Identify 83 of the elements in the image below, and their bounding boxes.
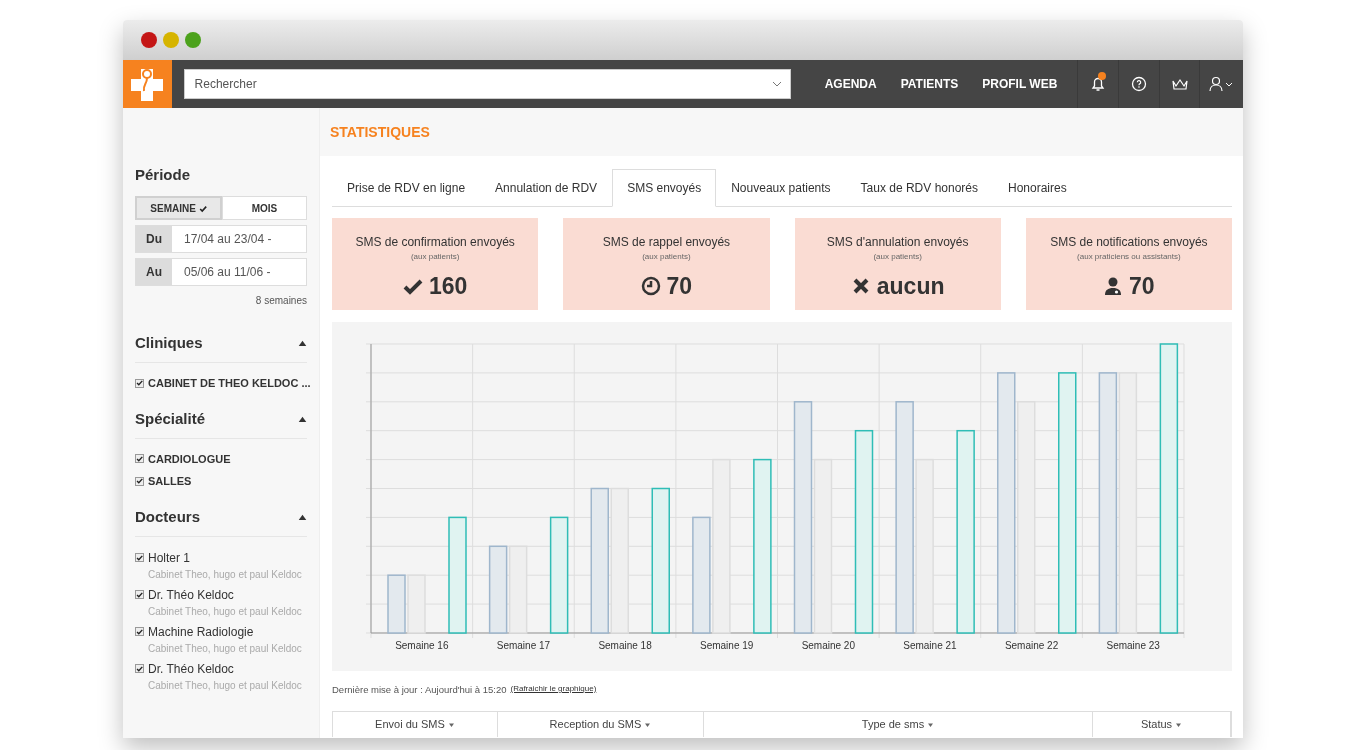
checkbox[interactable] (135, 627, 144, 636)
column-header[interactable]: Type de sms (861, 718, 928, 731)
tab[interactable]: Annulation de RDV (480, 169, 613, 207)
card-subtitle: (aux patients) (409, 251, 461, 263)
stat-value: 70 (1129, 272, 1155, 301)
tab[interactable]: SMS envoyés (612, 169, 717, 207)
week-count: 8 semaines (254, 294, 307, 308)
filter-option-label: Machine Radiologie (148, 623, 254, 641)
card-title: SMS d'annulation envoyés (825, 234, 970, 251)
tab[interactable]: Taux de RDV honorés (845, 169, 993, 207)
chart-bar (387, 574, 406, 634)
card-title: SMS de notifications envoyés (1049, 234, 1209, 251)
nav-link[interactable]: PATIENTS (888, 75, 971, 93)
collapse-arrow-icon[interactable] (298, 340, 307, 346)
notification-bell-icon[interactable] (1090, 76, 1107, 92)
nav-link[interactable]: PROFIL WEB (970, 75, 1070, 93)
clinic-subtitle: Cabinet Theo, hugo et paul Keldoc (147, 641, 303, 656)
tab[interactable]: Nouveaux patients (716, 169, 846, 207)
column-header[interactable]: Envoi du SMS (375, 718, 448, 731)
card-title: SMS de confirmation envoyés (354, 234, 516, 251)
axis-label: Semaine 16 (395, 640, 449, 651)
sort-caret-icon (644, 722, 652, 728)
card-subtitle: (aux patients) (641, 251, 692, 263)
doctor-icon (1103, 276, 1124, 297)
stat-value: 160 (428, 272, 468, 301)
filter-option-label: CARDIOLOGUE (148, 451, 231, 467)
page-title: STATISTIQUES (320, 108, 1243, 156)
column-header[interactable]: Reception du SMS (549, 718, 645, 731)
period-toggle-button[interactable]: SEMAINE (135, 196, 222, 220)
date-range-field[interactable]: Au 05/06 au 11/06 - (135, 258, 307, 286)
section-title: Période (135, 166, 192, 184)
check-icon (198, 204, 207, 213)
last-update-text: Dernière mise à jour : Aujourd'hui à 15:20 (332, 683, 507, 697)
filter-option-label: CABINET DE THEO KELDOC ... (148, 376, 311, 391)
medical-cross-logo[interactable] (123, 60, 172, 108)
clock-icon (640, 276, 661, 297)
checkbox[interactable] (135, 590, 144, 599)
nav-link[interactable]: AGENDA (812, 75, 889, 93)
clinic-subtitle: Cabinet Theo, hugo et paul Keldoc (147, 678, 303, 693)
close-window-button[interactable] (141, 32, 157, 48)
axis-label: Semaine 19 (700, 640, 754, 651)
checkbox[interactable] (135, 664, 144, 673)
axis-label: Semaine 20 (801, 640, 855, 651)
user-menu-icon[interactable] (1208, 76, 1235, 92)
tab[interactable]: Honoraires (993, 169, 1082, 207)
search-field[interactable]: Rechercher (183, 69, 791, 99)
collapse-arrow-icon[interactable] (298, 415, 307, 422)
axis-label: Semaine 17 (496, 640, 551, 651)
filter-option-label: Dr. Théo Keldoc (148, 660, 234, 678)
card-subtitle: (aux patients) (872, 251, 923, 263)
axis-label: Semaine 18 (598, 640, 652, 651)
axis-label: Semaine 22 (1004, 640, 1059, 651)
checkbox[interactable] (135, 454, 144, 464)
tab[interactable]: Prise de RDV en ligne (332, 169, 481, 207)
clinic-subtitle: Cabinet Theo, hugo et paul Keldoc (147, 567, 303, 582)
card-subtitle: (aux praticiens ou assistants) (1076, 251, 1182, 263)
column-header[interactable]: Status (1140, 718, 1176, 731)
sort-caret-icon (1175, 722, 1183, 728)
collapse-arrow-icon[interactable] (298, 513, 307, 520)
period-toggle-button[interactable]: MOIS (222, 196, 307, 220)
axis-label: Semaine 23 (1106, 640, 1160, 651)
filter-option-label: Dr. Théo Keldoc (148, 586, 234, 604)
refresh-link[interactable]: (Rafraichir le graphique) (510, 683, 597, 698)
checkbox[interactable] (135, 553, 144, 562)
checkbox[interactable] (135, 476, 144, 486)
axis-label: Semaine 21 (903, 640, 957, 651)
filter-option-label: SALLES (148, 474, 192, 489)
chevron-down-icon[interactable] (771, 81, 782, 87)
stat-value: 70 (666, 272, 693, 301)
filter-section-title: Docteurs (135, 507, 201, 526)
maximize-window-button[interactable] (185, 32, 201, 48)
filter-section-title: Cliniques (135, 334, 203, 352)
date-range-field[interactable]: Du 17/04 au 23/04 - (135, 225, 307, 253)
filter-option-label: Holter 1 (148, 549, 191, 567)
sort-caret-icon (447, 722, 455, 728)
stat-value: aucun (876, 272, 945, 301)
crown-icon[interactable] (1170, 77, 1189, 91)
clinic-subtitle: Cabinet Theo, hugo et paul Keldoc (147, 604, 303, 619)
sort-caret-icon (927, 722, 935, 728)
card-title: SMS de rappel envoyés (601, 234, 732, 251)
help-icon[interactable] (1130, 76, 1147, 92)
checkbox[interactable] (135, 378, 144, 388)
filter-section-title: Spécialité (135, 409, 206, 428)
